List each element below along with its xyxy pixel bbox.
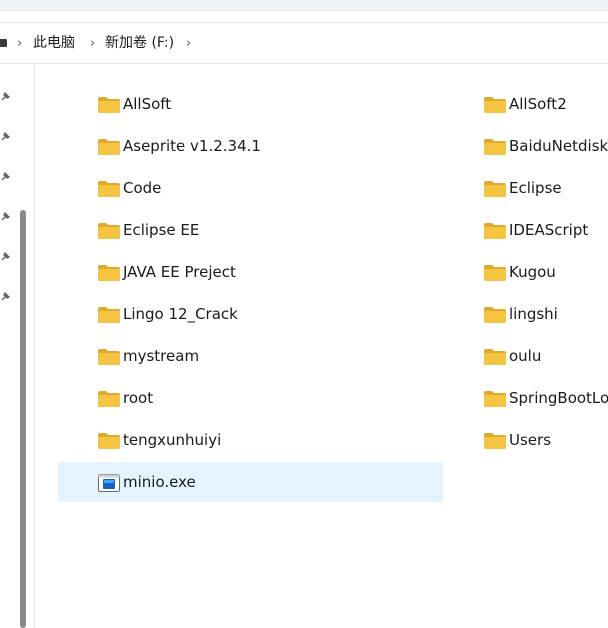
folder-item[interactable]: Eclipse EE <box>94 210 214 250</box>
folder-item[interactable]: mystream <box>94 336 214 376</box>
pin-icon[interactable] <box>0 210 12 222</box>
folder-icon <box>98 349 120 365</box>
breadcrumb-this-pc[interactable]: 此电脑 <box>33 23 75 64</box>
item-name: IDEAScript <box>509 221 589 239</box>
item-name: oulu <box>509 347 542 365</box>
item-name: minio.exe <box>123 473 196 491</box>
item-name: root <box>123 389 154 407</box>
item-name: Eclipse EE <box>123 221 200 239</box>
folder-item[interactable]: tengxunhuiyi <box>94 420 221 460</box>
item-name: Code <box>123 179 162 197</box>
folder-item[interactable]: JAVA EE Preject <box>94 252 236 292</box>
item-name: Lingo 12_Crack <box>123 305 238 323</box>
file-item[interactable]: minio.exe <box>58 462 443 502</box>
folder-item[interactable]: Aseprite v1.2.34.1 <box>94 126 261 166</box>
nav-scrollbar-thumb[interactable] <box>20 210 26 628</box>
executable-icon <box>98 474 120 492</box>
breadcrumb-drive-f[interactable]: 新加卷 (F:) <box>105 23 174 64</box>
item-name: JAVA EE Preject <box>123 263 236 281</box>
folder-icon <box>484 349 506 365</box>
folder-item[interactable]: BaiduNetdiskI <box>480 126 608 166</box>
folder-item[interactable]: oulu <box>480 336 600 376</box>
navigation-pane <box>0 64 35 628</box>
window-top-strip <box>0 0 608 11</box>
folder-icon <box>484 223 506 239</box>
folder-icon <box>484 433 506 449</box>
folder-item[interactable]: Code <box>94 168 214 208</box>
pin-icon[interactable] <box>0 130 12 142</box>
item-name: Users <box>509 431 552 449</box>
folder-item[interactable]: IDEAScript <box>480 210 600 250</box>
folder-icon <box>484 307 506 323</box>
folder-icon <box>98 265 120 281</box>
item-name: lingshi <box>509 305 558 323</box>
item-name: Kugou <box>509 263 556 281</box>
item-name: tengxunhuiyi <box>123 431 222 449</box>
item-name: Eclipse <box>509 179 562 197</box>
item-name: mystream <box>123 347 200 365</box>
folder-icon <box>98 223 120 239</box>
folder-icon <box>98 139 120 155</box>
chevron-right-icon[interactable]: › <box>90 23 95 64</box>
folder-icon <box>98 307 120 323</box>
chevron-right-icon[interactable]: › <box>186 23 191 64</box>
pin-icon[interactable] <box>0 290 12 302</box>
folder-icon <box>98 391 120 407</box>
folder-item[interactable]: AllSoft <box>94 84 214 124</box>
folder-icon <box>484 97 506 113</box>
folder-icon <box>98 181 120 197</box>
chevron-right-icon[interactable]: › <box>17 23 22 64</box>
address-bar[interactable]: › 此电脑 › 新加卷 (F:) › <box>0 22 608 64</box>
item-name: BaiduNetdiskI <box>509 137 608 155</box>
pin-icon[interactable] <box>0 170 12 182</box>
item-name: AllSoft2 <box>509 95 567 113</box>
folder-icon <box>98 97 120 113</box>
this-pc-icon[interactable] <box>0 39 7 47</box>
folder-item[interactable]: lingshi <box>480 294 600 334</box>
item-name: AllSoft <box>123 95 172 113</box>
folder-item[interactable]: Lingo 12_Crack <box>94 294 238 334</box>
item-name: Aseprite v1.2.34.1 <box>123 137 261 155</box>
pin-icon[interactable] <box>0 90 12 102</box>
folder-item[interactable]: Users <box>480 420 600 460</box>
folder-item[interactable]: Eclipse <box>480 168 600 208</box>
folder-item[interactable]: AllSoft2 <box>480 84 600 124</box>
folder-icon <box>484 181 506 197</box>
folder-icon <box>98 433 120 449</box>
folder-icon <box>484 265 506 281</box>
folder-item[interactable]: root <box>94 378 214 418</box>
folder-icon <box>484 139 506 155</box>
folder-item[interactable]: SpringBootLo <box>480 378 608 418</box>
pin-icon[interactable] <box>0 250 12 262</box>
item-name: SpringBootLo <box>509 389 608 407</box>
folder-item[interactable]: Kugou <box>480 252 600 292</box>
folder-icon <box>484 391 506 407</box>
